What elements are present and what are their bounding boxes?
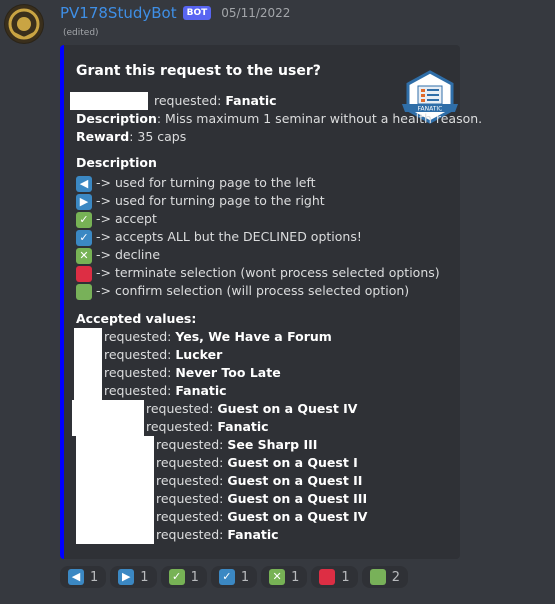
bot-tag: BOT: [182, 6, 212, 20]
green-square-icon: [369, 569, 386, 585]
legend-item: ◀ -> used for turning page to the left: [76, 174, 316, 192]
reaction-left-arrow[interactable]: ◀ 1: [60, 566, 107, 588]
redacted-username: [76, 454, 154, 472]
check-icon: ✓: [76, 211, 92, 228]
accepted-item: requested: Guest on a Quest II: [76, 472, 362, 490]
accepted-item: requested: Fanatic: [74, 382, 227, 400]
request-line: requested: Fanatic: [70, 92, 277, 110]
redacted-username: [70, 92, 148, 110]
left-arrow-icon: ◀: [76, 175, 92, 192]
timestamp: 05/11/2022: [221, 6, 291, 20]
reward-line: Reward: 35 caps: [76, 129, 187, 144]
legend-item: ✓ -> accepts ALL but the DECLINED options…: [76, 228, 362, 246]
redacted-username: [74, 382, 102, 400]
right-arrow-icon: ▶: [76, 193, 92, 210]
reaction-count: 2: [391, 569, 400, 585]
crest-icon: [5, 5, 43, 43]
accepted-item: requested: Fanatic: [72, 418, 269, 436]
redacted-username: [76, 472, 154, 490]
green-square-icon: [76, 283, 92, 300]
description-heading: Description: [76, 155, 157, 170]
reaction-count: 1: [291, 569, 300, 585]
author-name[interactable]: PV178StudyBot: [60, 4, 177, 22]
legend-item: ✓ -> accept: [76, 210, 157, 228]
reaction-count: 1: [240, 569, 250, 585]
request-value: Fanatic: [225, 93, 277, 108]
description-line: Description: Miss maximum 1 seminar with…: [76, 111, 483, 126]
edited-label: (edited): [63, 28, 99, 38]
redacted-username: [76, 436, 154, 454]
redacted-username: [76, 508, 154, 526]
reaction-check[interactable]: ✓ 1: [160, 566, 207, 588]
bot-avatar[interactable]: [4, 4, 44, 44]
embed-title: Grant this request to the user?: [76, 63, 321, 79]
accepted-item: requested: Guest on a Quest III: [76, 490, 367, 508]
reaction-count: 1: [90, 569, 99, 585]
redacted-username: [72, 400, 144, 418]
redacted-username: [74, 328, 102, 346]
check-all-icon: ✓: [76, 229, 92, 246]
accepted-item: requested: Never Too Late: [74, 364, 281, 382]
reaction-green-square[interactable]: 2: [361, 566, 408, 588]
accepted-item: requested: Fanatic: [76, 526, 279, 544]
accepted-item: requested: See Sharp III: [76, 436, 317, 454]
reaction-bar: ◀ 1 ▶ 1 ✓ 1 ✓ 1 ✕ 1 1 2: [60, 566, 408, 588]
left-arrow-icon: ◀: [68, 569, 84, 585]
accepted-item: requested: Guest on a Quest IV: [72, 400, 357, 418]
legend-item: ▶ -> used for turning page to the right: [76, 192, 325, 210]
message-header: PV178StudyBot BOT 05/11/2022: [60, 3, 290, 23]
legend-item: -> terminate selection (wont process sel…: [76, 264, 440, 282]
cross-icon: ✕: [76, 247, 92, 264]
red-square-icon: [76, 265, 92, 282]
redacted-username: [74, 364, 102, 382]
reaction-cross[interactable]: ✕ 1: [261, 566, 308, 588]
red-square-icon: [319, 569, 336, 585]
accepted-item: requested: Lucker: [74, 346, 222, 364]
reaction-red-square[interactable]: 1: [311, 566, 358, 588]
reaction-count: 1: [190, 569, 199, 585]
reaction-count: 1: [341, 569, 350, 585]
check-all-icon: ✓: [218, 569, 235, 585]
accepted-item: requested: Guest on a Quest I: [76, 454, 358, 472]
reaction-count: 1: [140, 569, 149, 585]
redacted-username: [76, 526, 154, 544]
accepted-heading: Accepted values:: [76, 311, 197, 326]
right-arrow-icon: ▶: [118, 569, 135, 585]
redacted-username: [74, 346, 102, 364]
redacted-username: [76, 490, 154, 508]
legend-item: -> confirm selection (will process selec…: [76, 282, 409, 300]
accepted-item: requested: Yes, We Have a Forum: [74, 328, 332, 346]
redacted-username: [72, 418, 144, 436]
reaction-right-arrow[interactable]: ▶ 1: [110, 566, 157, 588]
legend-item: ✕ -> decline: [76, 246, 160, 264]
cross-icon: ✕: [269, 569, 286, 585]
check-icon: ✓: [168, 569, 185, 585]
accepted-item: requested: Guest on a Quest IV: [76, 508, 367, 526]
reaction-check-all[interactable]: ✓ 1: [210, 566, 258, 588]
